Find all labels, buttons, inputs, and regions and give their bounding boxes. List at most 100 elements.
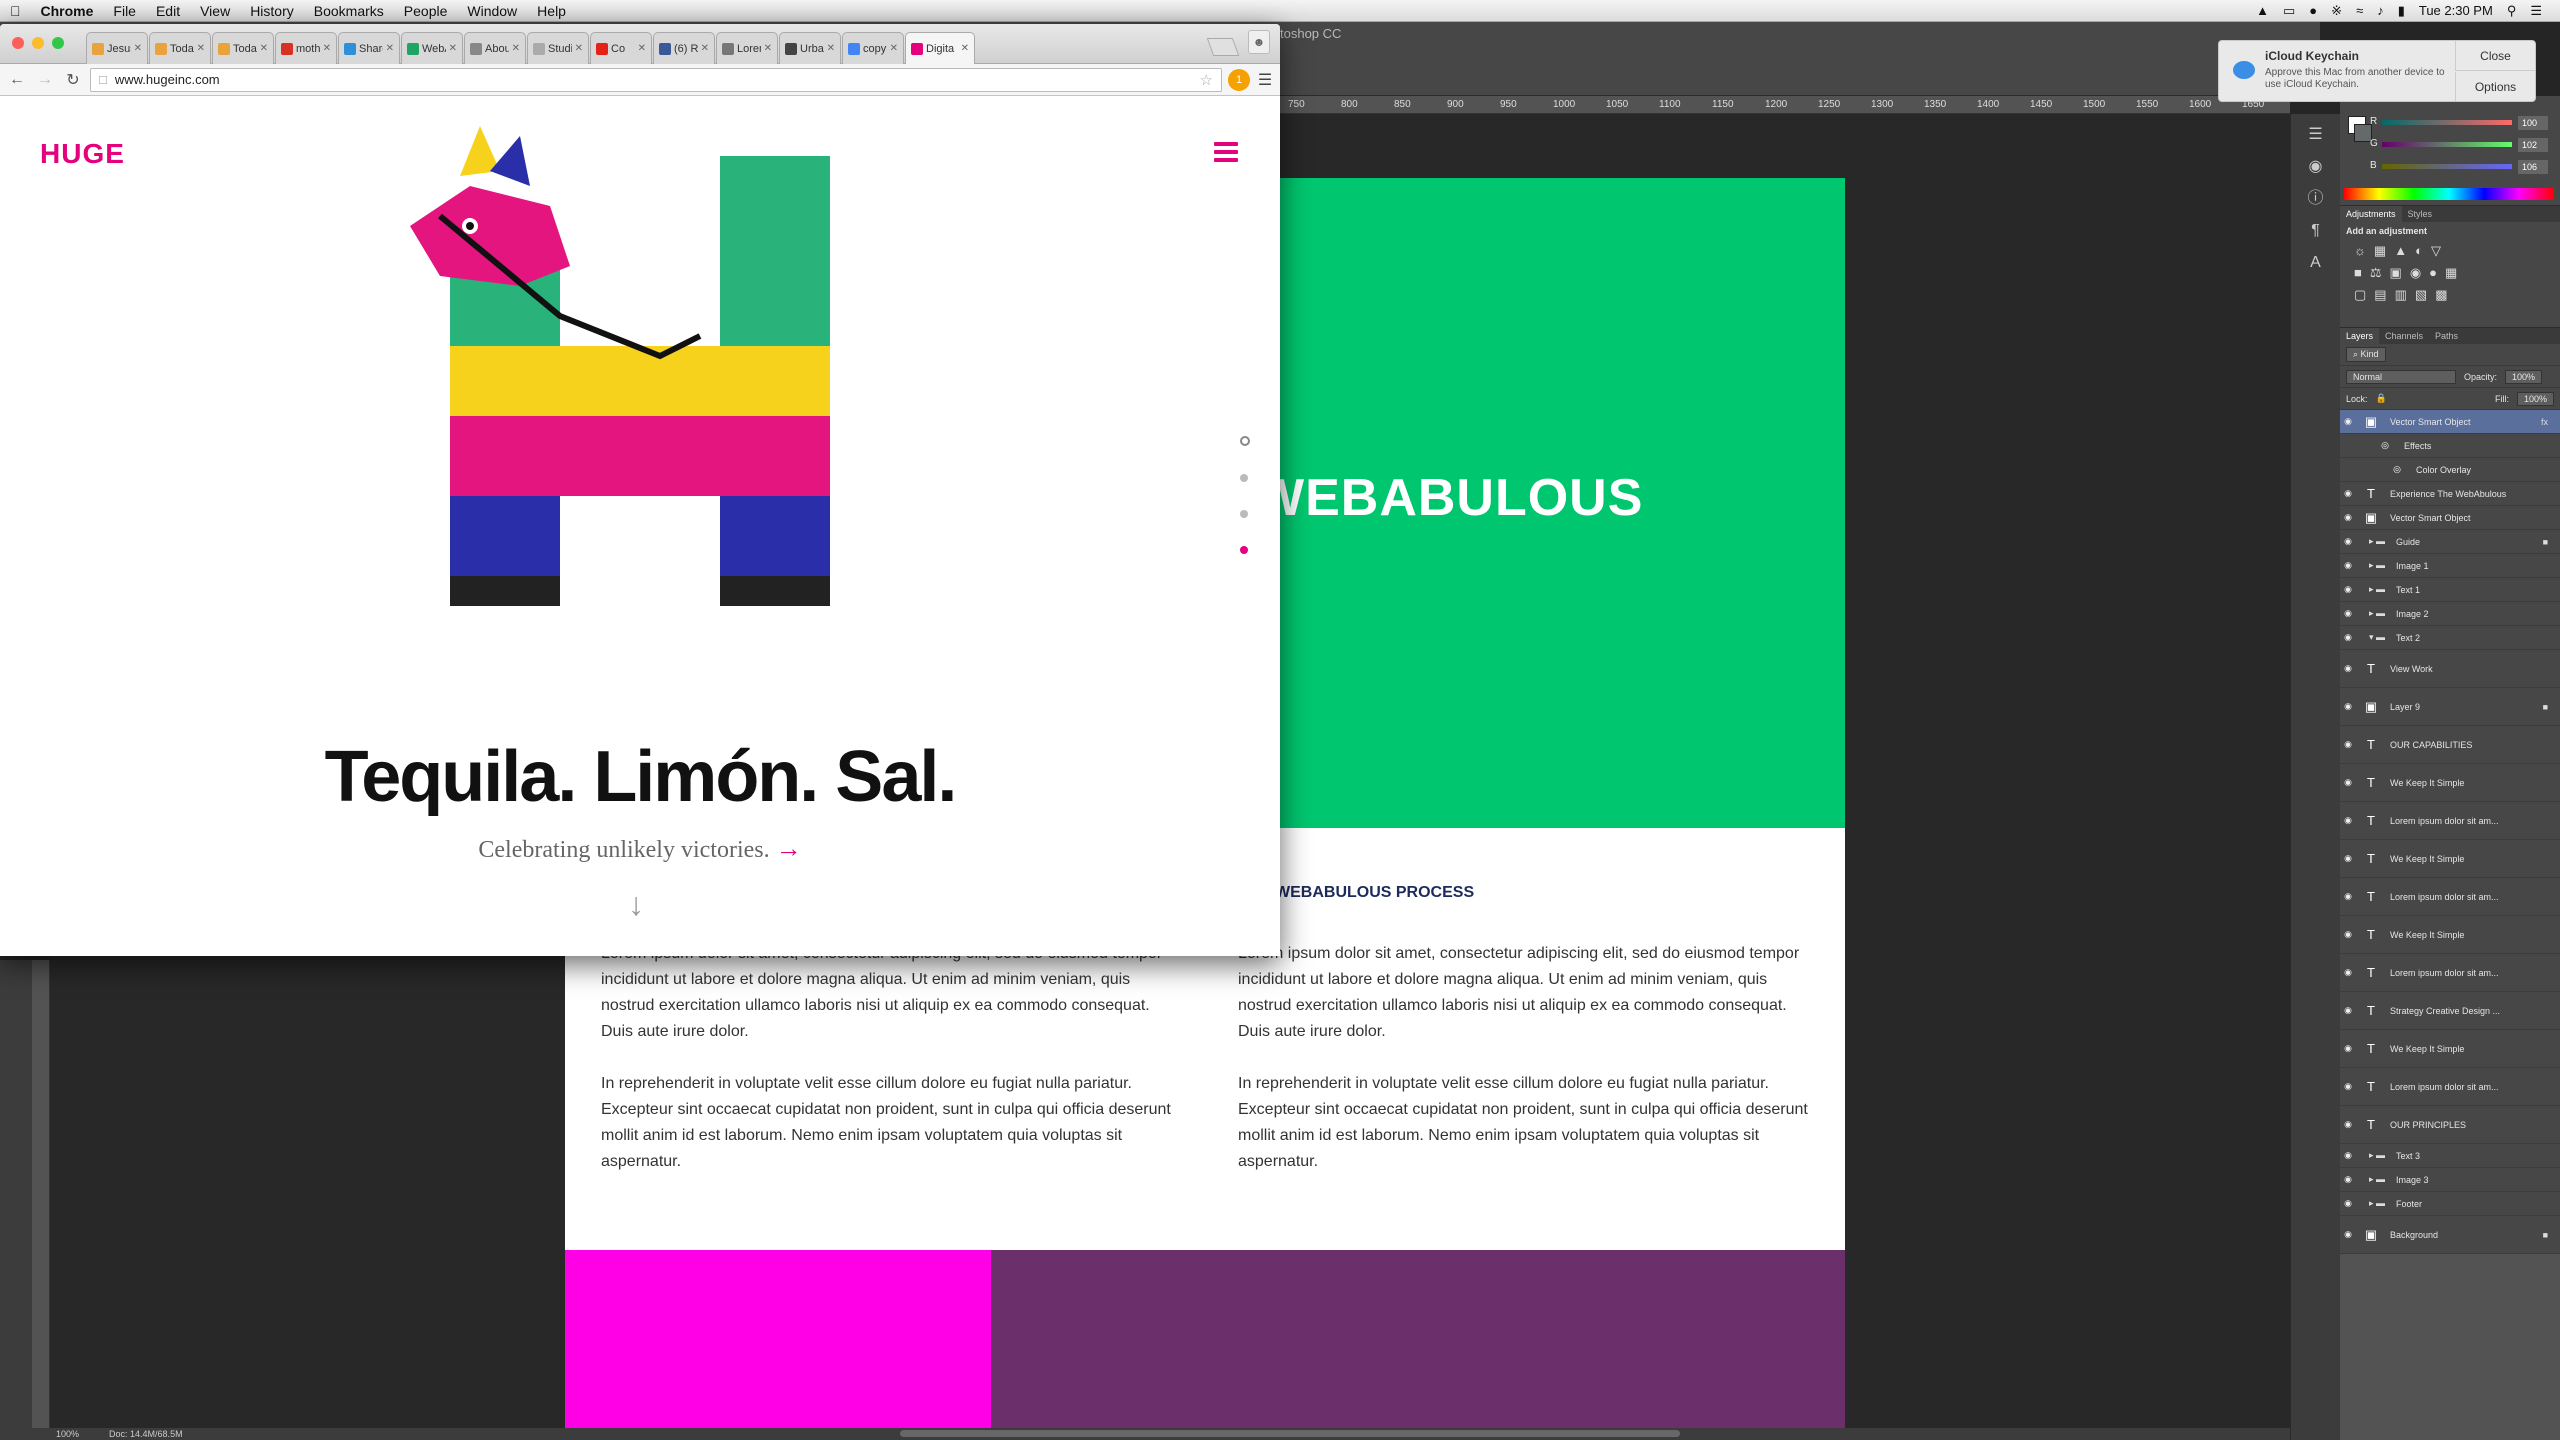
visibility-eye-icon[interactable]: ◉ — [2340, 1081, 2356, 1092]
visibility-eye-icon[interactable]: ◉ — [2340, 929, 2356, 940]
slide-dot-1[interactable] — [1240, 436, 1250, 446]
layer-name[interactable]: View Work — [2390, 664, 2433, 674]
fill-input[interactable]: 100% — [2516, 391, 2554, 406]
paragraph-icon[interactable]: ¶ — [2305, 220, 2327, 242]
visibility-eye-icon[interactable]: ◉ — [2340, 488, 2356, 499]
slide-dot-4[interactable] — [1240, 546, 1248, 554]
layer-row[interactable]: ◎ Color Overlay — [2340, 458, 2560, 482]
layer-name[interactable]: Image 3 — [2396, 1175, 2429, 1185]
volume-icon[interactable]: ♪ — [2377, 3, 2384, 18]
spotlight-icon[interactable]: ⚲ — [2507, 3, 2517, 19]
layer-name[interactable]: Strategy Creative Design ... — [2390, 1006, 2500, 1016]
visibility-eye-icon[interactable]: ◉ — [2340, 584, 2356, 595]
forward-icon[interactable]: → — [34, 71, 56, 89]
red-value[interactable]: 100 — [2518, 116, 2548, 130]
browser-tab[interactable]: Abou ✕ — [464, 32, 526, 64]
visibility-eye-icon[interactable]: ◉ — [2340, 416, 2356, 427]
menu-file[interactable]: File — [103, 3, 146, 19]
character-icon[interactable]: A — [2305, 252, 2327, 274]
tab-styles[interactable]: Styles — [2402, 206, 2439, 222]
layer-row[interactable]: ◉ ▸ ▬ Text 3 — [2340, 1144, 2560, 1168]
levels-icon[interactable]: ▦ — [2374, 243, 2386, 259]
tab-close-icon[interactable]: ✕ — [764, 43, 772, 54]
browser-tab[interactable]: Lorem✕ — [716, 32, 778, 64]
visibility-eye-icon[interactable]: ◉ — [2340, 739, 2356, 750]
zoom-window-button[interactable] — [52, 37, 64, 49]
extension-badge[interactable]: 1 — [1228, 68, 1250, 91]
profile-icon[interactable]: ☻ — [1248, 30, 1270, 54]
layer-row[interactable]: ◉ ▸ ▬ Footer — [2340, 1192, 2560, 1216]
menu-window[interactable]: Window — [457, 3, 527, 19]
layer-row[interactable]: ◉ ▸ ▬ Text 1 — [2340, 578, 2560, 602]
tab-layers[interactable]: Layers — [2340, 328, 2380, 344]
lock-icon[interactable]: 🔒 — [2376, 393, 2387, 404]
info-icon[interactable]: ⓘ — [2305, 188, 2327, 210]
layer-row[interactable]: ◉ T Lorem ipsum dolor sit am... — [2340, 878, 2560, 916]
notification-bell-icon[interactable]: ● — [2309, 3, 2317, 18]
visibility-eye-icon[interactable]: ◉ — [2340, 632, 2356, 643]
visibility-eye-icon[interactable]: ◉ — [2340, 967, 2356, 978]
browser-tab[interactable]: (6) Ri✕ — [653, 32, 715, 64]
browser-tab[interactable]: moth ✕ — [275, 32, 337, 64]
visibility-eye-icon[interactable]: ◉ — [2340, 815, 2356, 826]
layer-row[interactable]: ◉ ▣ Vector Smart Object — [2340, 506, 2560, 530]
menubar-clock[interactable]: Tue 2:30 PM — [2419, 3, 2493, 18]
menu-app-name[interactable]: Chrome — [31, 3, 104, 19]
mixer-icon[interactable]: ● — [2429, 265, 2437, 281]
hue-icon[interactable]: ■ — [2354, 265, 2362, 281]
browser-tab[interactable]: WebA✕ — [401, 32, 463, 64]
tab-close-icon[interactable]: ✕ — [449, 43, 457, 54]
photo-filter-icon[interactable]: ◉ — [2410, 265, 2421, 281]
layer-name[interactable]: Vector Smart Object — [2390, 513, 2471, 523]
tab-paths[interactable]: Paths — [2429, 328, 2464, 344]
visibility-eye-icon[interactable]: ◉ — [2340, 1005, 2356, 1016]
browser-tab[interactable]: Today✕ — [212, 32, 274, 64]
visibility-eye-icon[interactable]: ◉ — [2340, 1174, 2356, 1185]
tab-close-icon[interactable]: ✕ — [890, 43, 898, 54]
slide-dot-3[interactable] — [1240, 510, 1248, 518]
balance-icon[interactable]: ⚖ — [2370, 265, 2382, 281]
bookmark-star-icon[interactable]: ☆ — [1200, 71, 1213, 89]
visibility-eye-icon[interactable]: ◉ — [2340, 777, 2356, 788]
layer-row[interactable]: ◉ ▸ ▬ Image 1 — [2340, 554, 2560, 578]
layer-name[interactable]: We Keep It Simple — [2390, 1044, 2464, 1054]
layer-row[interactable]: ◉ ▣ Background ■ — [2340, 1216, 2560, 1254]
layer-name[interactable]: Lorem ipsum dolor sit am... — [2390, 892, 2499, 902]
green-value[interactable]: 102 — [2518, 138, 2548, 152]
exposure-icon[interactable]: ◐ — [2415, 243, 2423, 259]
layer-name[interactable]: Text 3 — [2396, 1151, 2420, 1161]
tab-close-icon[interactable]: ✕ — [134, 43, 142, 54]
posterize-icon[interactable]: ▤ — [2374, 287, 2386, 303]
address-bar[interactable]: □ www.hugeinc.com ☆ — [90, 67, 1222, 92]
tab-close-icon[interactable]: ✕ — [827, 43, 835, 54]
chrome-menu-icon[interactable]: ☰ — [1256, 70, 1274, 90]
brightness-icon[interactable]: ☼ — [2354, 243, 2366, 259]
layer-row[interactable]: ◉ T OUR CAPABILITIES — [2340, 726, 2560, 764]
tab-close-icon[interactable]: ✕ — [323, 43, 331, 54]
layer-name[interactable]: OUR CAPABILITIES — [2390, 740, 2472, 750]
layer-kind-filter[interactable]: ⌕ Kind — [2346, 347, 2386, 362]
tab-close-icon[interactable]: ✕ — [197, 43, 205, 54]
layer-name[interactable]: Image 1 — [2396, 561, 2429, 571]
blue-slider[interactable] — [2382, 164, 2512, 169]
layer-name[interactable]: We Keep It Simple — [2390, 930, 2464, 940]
visibility-eye-icon[interactable]: ◉ — [2340, 1198, 2356, 1209]
slide-dot-2[interactable] — [1240, 474, 1248, 482]
visibility-eye-icon[interactable]: ◉ — [2340, 1119, 2356, 1130]
layer-name[interactable]: Guide — [2396, 537, 2420, 547]
layer-row[interactable]: ◉ T Experience The WebAbulous — [2340, 482, 2560, 506]
minimize-window-button[interactable] — [32, 37, 44, 49]
layer-row[interactable]: ◉ ▾ ▬ Text 2 — [2340, 626, 2560, 650]
url-text[interactable]: www.hugeinc.com — [115, 72, 220, 87]
menu-bookmarks[interactable]: Bookmarks — [304, 3, 394, 19]
browser-tab[interactable]: Digita ✕ — [905, 32, 975, 64]
layer-name[interactable]: Color Overlay — [2416, 465, 2471, 475]
browser-tab[interactable]: Studi ✕ — [527, 32, 589, 64]
browser-tab[interactable]: Co ✕ — [590, 32, 652, 64]
fx-badge[interactable]: fx — [2541, 417, 2548, 427]
hero-subline-text[interactable]: Celebrating unlikely victories. — [478, 837, 769, 863]
opacity-input[interactable]: 100% — [2505, 369, 2543, 384]
menu-edit[interactable]: Edit — [146, 3, 190, 19]
visibility-eye-icon[interactable]: ◉ — [2340, 853, 2356, 864]
tab-adjustments[interactable]: Adjustments — [2340, 206, 2402, 222]
